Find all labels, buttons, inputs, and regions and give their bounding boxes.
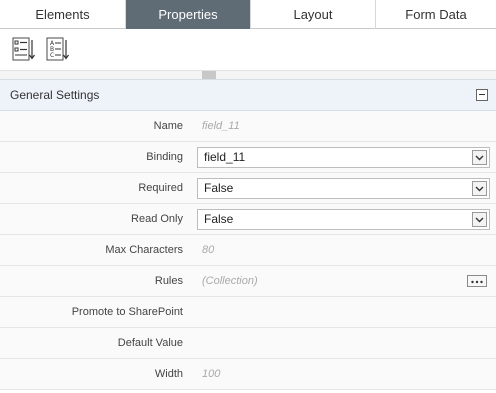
property-label: Name xyxy=(153,120,183,132)
tab-bar: Elements Properties Layout Form Data xyxy=(0,0,496,29)
alphabetical-sort-icon[interactable]: A B C xyxy=(46,37,70,61)
property-label: Default Value xyxy=(117,337,183,349)
svg-text:C: C xyxy=(50,52,54,59)
chevron-down-icon[interactable] xyxy=(472,212,487,227)
property-label: Width xyxy=(154,368,183,380)
tab-elements[interactable]: Elements xyxy=(0,0,126,29)
property-label: Binding xyxy=(146,151,183,163)
select-value: False xyxy=(204,212,234,226)
property-grid: Name field_11 Binding field_11 Required … xyxy=(0,111,496,390)
property-label: Rules xyxy=(154,275,183,287)
read-only-select[interactable]: False xyxy=(197,209,490,230)
property-row-rules: Rules (Collection) xyxy=(0,266,496,297)
select-value: field_11 xyxy=(204,150,246,164)
property-label: Read Only xyxy=(131,213,183,225)
property-label: Promote to SharePoint xyxy=(71,306,183,318)
categorized-view-icon[interactable] xyxy=(12,37,36,61)
property-row-required: Required False xyxy=(0,173,496,204)
tab-layout[interactable]: Layout xyxy=(251,0,376,29)
property-row-name: Name field_11 xyxy=(0,111,496,142)
property-label: Required xyxy=(138,182,183,194)
property-row-max-characters: Max Characters 80 xyxy=(0,235,496,266)
property-row-default-value: Default Value xyxy=(0,328,496,359)
required-select[interactable]: False xyxy=(197,178,490,199)
properties-toolbar: A B C xyxy=(0,29,496,71)
property-row-promote-to-sharepoint: Promote to SharePoint xyxy=(0,297,496,328)
property-row-width: Width 100 xyxy=(0,359,496,390)
property-value-width[interactable]: 100 xyxy=(202,359,220,389)
property-value-name[interactable]: field_11 xyxy=(202,111,240,141)
chevron-down-icon[interactable] xyxy=(472,181,487,196)
tab-form-data[interactable]: Form Data xyxy=(376,0,496,29)
chevron-down-icon[interactable] xyxy=(472,150,487,165)
ellipsis-icon[interactable] xyxy=(467,275,487,287)
section-title: General Settings xyxy=(10,88,100,102)
section-header-general-settings[interactable]: General Settings xyxy=(0,79,496,111)
property-value-max-characters[interactable]: 80 xyxy=(202,235,214,265)
tab-properties[interactable]: Properties xyxy=(126,0,251,29)
splitter-handle[interactable] xyxy=(202,71,216,79)
splitter[interactable] xyxy=(0,71,496,79)
select-value: False xyxy=(204,181,234,195)
property-label: Max Characters xyxy=(105,244,183,256)
collapse-icon[interactable] xyxy=(476,89,488,101)
binding-select[interactable]: field_11 xyxy=(197,147,490,168)
property-row-binding: Binding field_11 xyxy=(0,142,496,173)
property-value-rules: (Collection) xyxy=(202,275,258,287)
property-row-read-only: Read Only False xyxy=(0,204,496,235)
